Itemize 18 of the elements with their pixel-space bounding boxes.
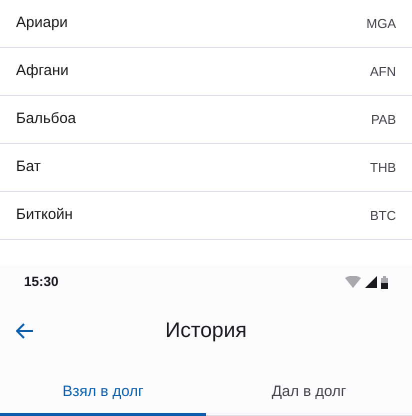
tab[interactable]: Дал в долг bbox=[206, 363, 412, 416]
currency-code: PAB bbox=[370, 110, 396, 129]
wifi-icon bbox=[345, 276, 361, 288]
tab[interactable]: Взял в долг bbox=[0, 363, 206, 416]
currency-name[interactable]: Бат bbox=[16, 156, 41, 179]
currency-code: BTC bbox=[370, 206, 396, 225]
status-time: 15:30 bbox=[24, 272, 59, 291]
currency-name[interactable]: Биткойн bbox=[16, 204, 73, 227]
screen-title: История bbox=[165, 318, 247, 344]
signal-icon bbox=[365, 276, 377, 288]
currency-name[interactable]: Афгани bbox=[16, 60, 69, 83]
battery-icon bbox=[381, 276, 388, 288]
currency-name[interactable]: Бальбоа bbox=[16, 108, 76, 131]
currency-name[interactable]: Ариари bbox=[16, 12, 68, 35]
currency-code: AFN bbox=[370, 62, 396, 81]
back-icon[interactable] bbox=[16, 323, 34, 339]
currency-code: THB bbox=[370, 158, 396, 177]
currency-code: MGA bbox=[366, 14, 396, 33]
